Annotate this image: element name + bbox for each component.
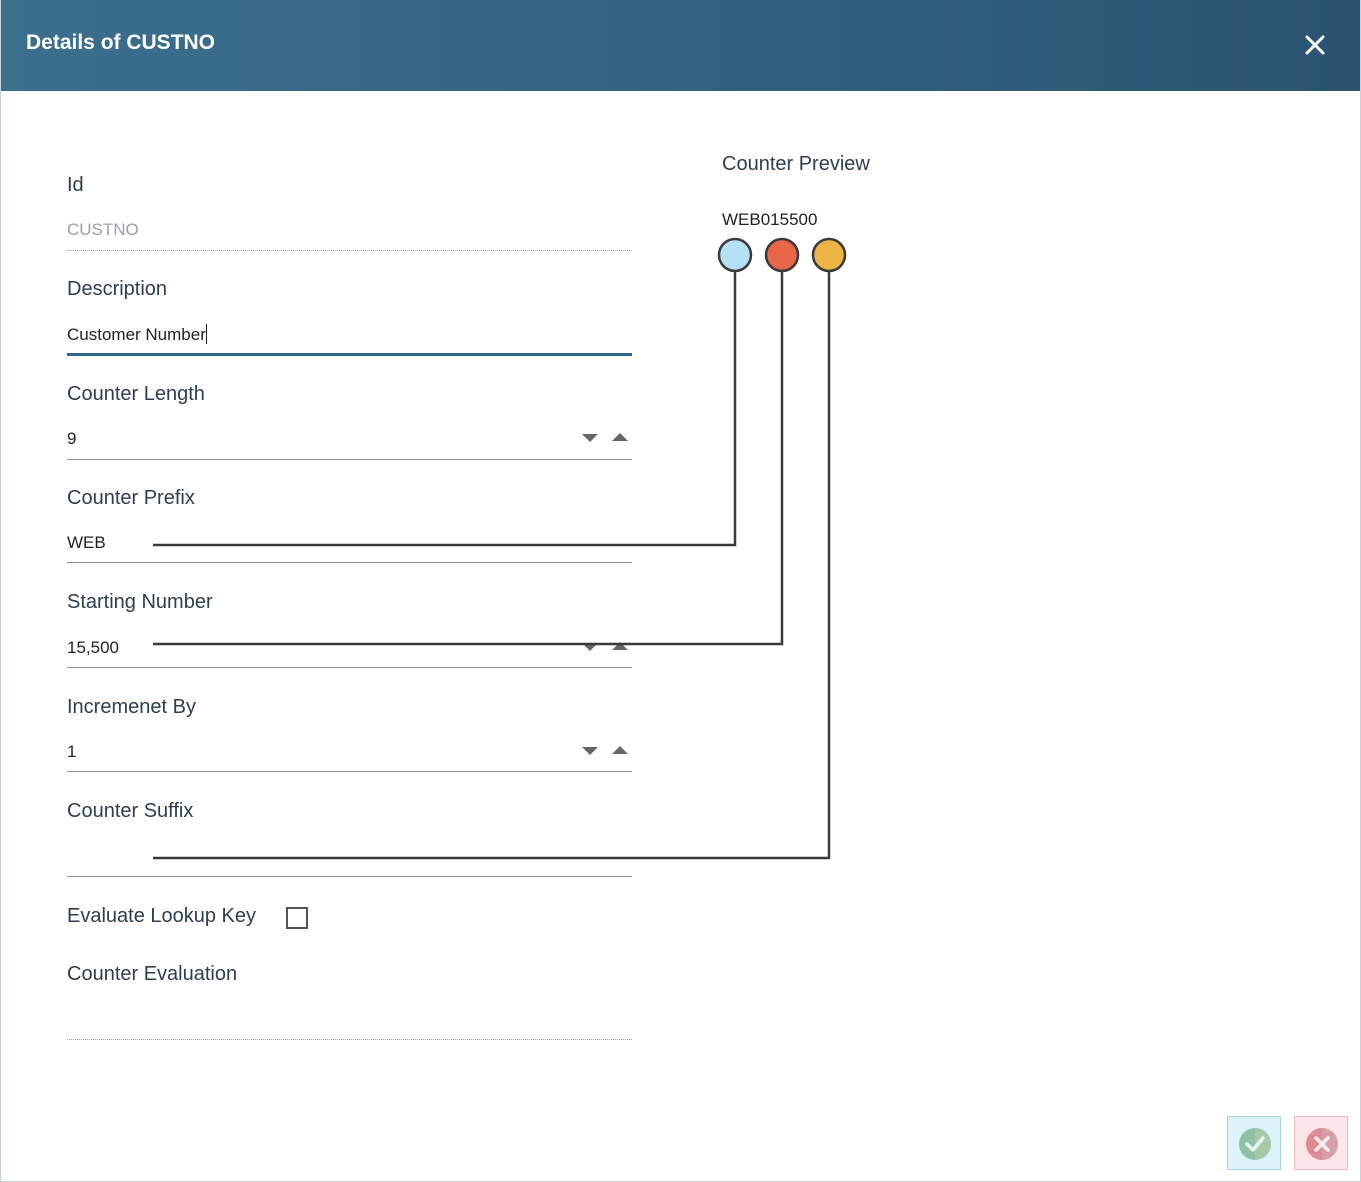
increment-by-increment[interactable] — [612, 746, 628, 754]
dialog-title: Details of CUSTNO — [26, 31, 216, 54]
counter-length-increment[interactable] — [612, 433, 628, 441]
close-button[interactable] — [1301, 31, 1329, 59]
cancel-button[interactable] — [1294, 1116, 1348, 1170]
counter-suffix-input[interactable] — [67, 846, 147, 868]
counter-length-input[interactable]: 9 — [67, 429, 567, 449]
description-input[interactable]: Customer Number — [67, 324, 632, 345]
starting-number-decrement[interactable] — [582, 643, 598, 651]
preview-title: Counter Preview — [722, 153, 870, 175]
counter-length-label: Counter Length — [67, 383, 205, 405]
evaluate-lookup-label: Evaluate Lookup Key — [67, 905, 257, 927]
preview-panel — [694, 125, 1313, 1073]
counter-length-decrement[interactable] — [582, 434, 598, 442]
evaluate-lookup-checkbox[interactable] — [286, 907, 308, 929]
ok-button[interactable] — [1227, 1116, 1281, 1170]
description-text: Customer Number — [67, 325, 206, 344]
counter-evaluation-underline — [67, 1039, 632, 1040]
counter-length-underline — [67, 459, 632, 460]
starting-number-underline — [67, 667, 632, 668]
starting-number-increment[interactable] — [612, 642, 628, 650]
text-caret — [205, 324, 207, 344]
counter-evaluation-input[interactable] — [67, 1010, 632, 1032]
dialog-header: Details of CUSTNO — [1, 0, 1360, 91]
preview-value: WEB015500 — [722, 210, 818, 229]
id-value: CUSTNO — [67, 220, 139, 239]
id-label: Id — [67, 174, 84, 196]
description-underline — [67, 353, 632, 356]
counter-suffix-underline — [67, 876, 632, 877]
starting-number-label: Starting Number — [67, 591, 213, 613]
counter-prefix-label: Counter Prefix — [67, 487, 195, 509]
increment-by-underline — [67, 771, 632, 772]
increment-by-input[interactable]: 1 — [67, 742, 567, 762]
cancel-icon — [1306, 1128, 1338, 1160]
increment-by-decrement[interactable] — [582, 747, 598, 755]
check-icon — [1239, 1128, 1271, 1160]
increment-by-label: Incremenet By — [67, 696, 196, 718]
counter-evaluation-label: Counter Evaluation — [67, 963, 238, 985]
counter-suffix-label: Counter Suffix — [67, 800, 194, 822]
description-label: Description — [67, 278, 168, 300]
id-underline — [67, 250, 632, 251]
close-icon — [1305, 35, 1325, 55]
counter-prefix-input[interactable]: WEB — [67, 533, 147, 553]
starting-number-input[interactable]: 15,500 — [67, 638, 147, 658]
counter-prefix-underline — [67, 562, 632, 563]
